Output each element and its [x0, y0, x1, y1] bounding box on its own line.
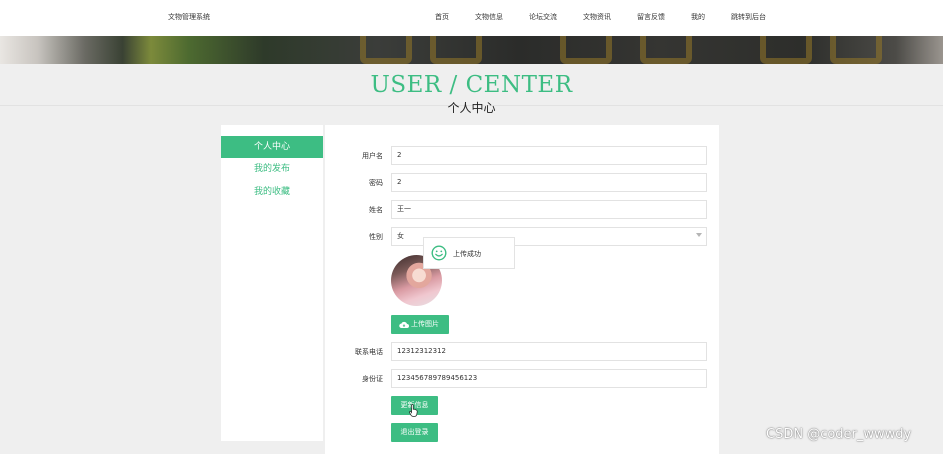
nav-home[interactable]: 首页	[435, 12, 449, 22]
name-field[interactable]: 王一	[391, 200, 707, 219]
upload-image-button[interactable]: 上传图片	[391, 315, 449, 334]
sidebar-item-profile[interactable]: 个人中心	[221, 136, 323, 158]
csdn-watermark: CSDN @coder_wwwdy	[766, 427, 912, 442]
password-field[interactable]: 2	[391, 173, 707, 192]
logout-button[interactable]: 退出登录	[391, 423, 438, 442]
banner-image	[0, 36, 943, 64]
nav-mine[interactable]: 我的	[691, 12, 705, 22]
cloud-upload-icon	[399, 321, 409, 328]
id-card-field[interactable]: 123456789789456123	[391, 369, 707, 388]
nav-news[interactable]: 文物资讯	[583, 12, 611, 22]
hand-cursor-icon	[409, 404, 418, 417]
gender-label: 性别	[369, 233, 383, 241]
phone-field[interactable]: 12312312312	[391, 342, 707, 361]
sidebar-item-my-posts[interactable]: 我的发布	[221, 158, 323, 180]
nav-relics[interactable]: 文物信息	[475, 12, 503, 22]
username-field[interactable]: 2	[391, 146, 707, 165]
toast-message: 上传成功	[453, 250, 481, 258]
nav-feedback[interactable]: 留言反馈	[637, 12, 665, 22]
sidebar: 个人中心 我的发布 我的收藏	[221, 125, 323, 441]
page-title-en: USER / CENTER	[370, 72, 573, 98]
username-label: 用户名	[362, 152, 383, 160]
sidebar-item-favorites[interactable]: 我的收藏	[221, 181, 323, 203]
site-brand[interactable]: 文物管理系统	[168, 12, 210, 22]
page-title: 个人中心	[447, 101, 496, 115]
upload-button-label: 上传图片	[411, 320, 439, 328]
top-navbar: 文物管理系统 首页 文物信息 论坛交流 文物资讯 留言反馈 我的 跳转到后台	[0, 0, 943, 36]
nav-admin[interactable]: 跳转到后台	[731, 12, 766, 22]
id-card-label: 身份证	[362, 375, 383, 383]
phone-label: 联系电话	[355, 348, 383, 356]
nav-forum[interactable]: 论坛交流	[529, 12, 557, 22]
smile-icon	[431, 245, 447, 261]
upload-success-toast: 上传成功	[423, 237, 515, 269]
name-label: 姓名	[369, 206, 383, 214]
chevron-down-icon	[696, 233, 702, 237]
password-label: 密码	[369, 179, 383, 187]
